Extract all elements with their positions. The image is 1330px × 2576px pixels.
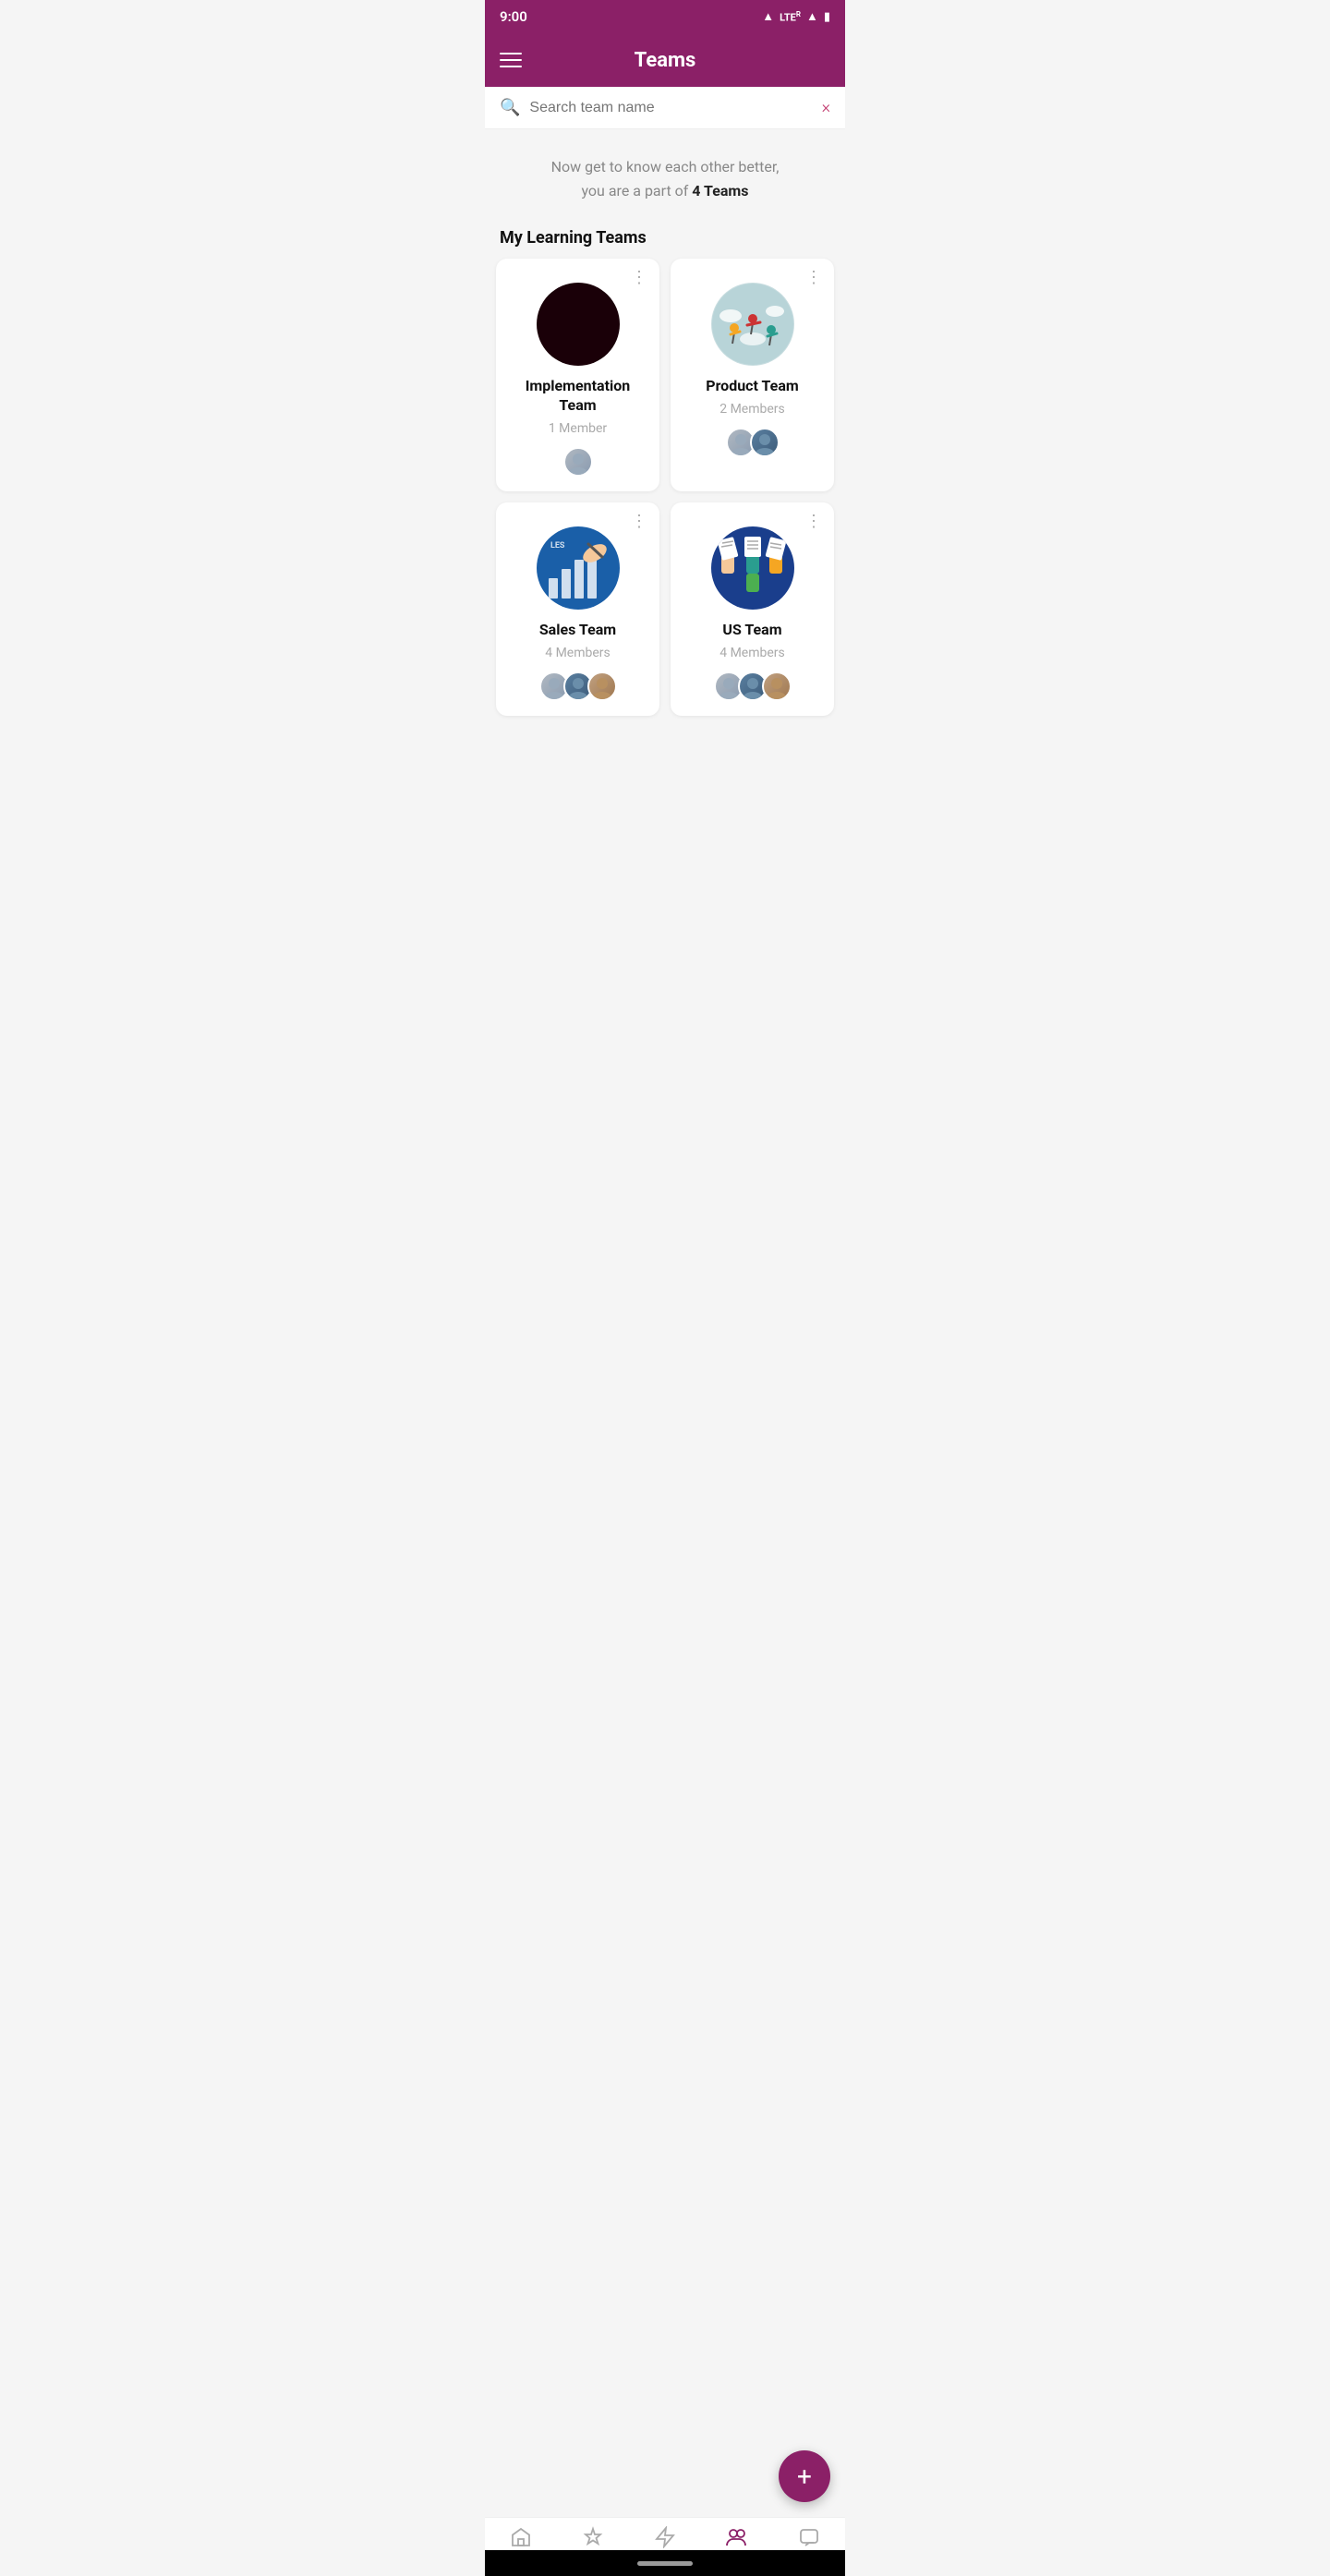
team-menu-sales[interactable]: ⋮: [631, 514, 648, 530]
tagline: Now get to know each other better, you a…: [485, 129, 845, 213]
search-icon: 🔍: [500, 98, 520, 117]
team-avatar-wrap: [511, 283, 645, 366]
implementation-team-name: ImplementationTeam: [511, 377, 645, 416]
status-time: 9:00: [500, 8, 527, 25]
team-count-highlight: 4 Teams: [692, 182, 748, 200]
sales-team-avatars: [511, 671, 645, 701]
product-avatar-wrap: [685, 283, 819, 366]
us-team-count: 4 Members: [685, 646, 819, 660]
header: Teams: [485, 33, 845, 87]
search-input[interactable]: [529, 100, 812, 116]
implementation-team-avatars: [511, 447, 645, 477]
team-menu-implementation[interactable]: ⋮: [631, 270, 648, 286]
lte-icon: LTER: [780, 10, 801, 24]
svg-text:LES: LES: [550, 541, 565, 550]
tagline-line1: Now get to know each other better,: [551, 158, 780, 175]
add-team-fab[interactable]: +: [779, 2450, 830, 2502]
tagline-line2: you are a part of 4 Teams: [581, 182, 748, 200]
implementation-team-avatar: [537, 283, 620, 366]
team-card-implementation[interactable]: ⋮ ImplementationTeam 1 Member: [496, 259, 659, 491]
teams-grid: ⋮ ImplementationTeam 1 Member ⋮: [485, 259, 845, 726]
product-team-count: 2 Members: [685, 402, 819, 417]
member-avatar: [587, 671, 617, 701]
team-menu-us[interactable]: ⋮: [805, 514, 823, 530]
leaderboard-icon: [582, 2526, 604, 2553]
chats-icon: [798, 2526, 820, 2553]
product-team-name: Product Team: [685, 377, 819, 396]
sales-team-name: Sales Team: [511, 621, 645, 640]
member-avatar: [563, 447, 593, 477]
page-content: 🔍 × Now get to know each other better, y…: [485, 87, 845, 838]
us-team-name: US Team: [685, 621, 819, 640]
signal-icon: ▲: [806, 9, 818, 24]
status-bar: 9:00 ▲ LTER ▲ ▮: [485, 0, 845, 33]
member-avatar: [750, 428, 780, 457]
team-menu-product[interactable]: ⋮: [805, 270, 823, 286]
teams-icon: [725, 2525, 749, 2554]
clear-search-button[interactable]: ×: [822, 98, 830, 117]
battery-icon: ▮: [824, 10, 830, 24]
sales-team-avatar: LES: [537, 526, 620, 610]
product-team-avatar: [711, 283, 794, 366]
wifi-icon: ▲: [762, 9, 774, 24]
implementation-team-count: 1 Member: [511, 421, 645, 436]
us-team-avatars: [685, 671, 819, 701]
us-avatar-wrap: [685, 526, 819, 610]
member-avatar: [762, 671, 792, 701]
product-team-avatars: [685, 428, 819, 457]
buzz-icon: [654, 2526, 676, 2553]
status-icons: ▲ LTER ▲ ▮: [762, 9, 830, 24]
us-team-avatar: [711, 526, 794, 610]
sales-avatar-wrap: LES: [511, 526, 645, 610]
search-bar: 🔍 ×: [485, 87, 845, 129]
team-card-us[interactable]: ⋮: [671, 502, 834, 716]
gesture-pill: [637, 2561, 693, 2566]
team-card-product[interactable]: ⋮: [671, 259, 834, 491]
sales-team-count: 4 Members: [511, 646, 645, 660]
page-title: Teams: [635, 49, 696, 72]
home-icon: [510, 2526, 532, 2553]
hamburger-menu-button[interactable]: [500, 53, 522, 67]
section-title: My Learning Teams: [485, 213, 845, 259]
team-card-sales[interactable]: ⋮ LES: [496, 502, 659, 716]
gesture-bar: [485, 2550, 845, 2576]
